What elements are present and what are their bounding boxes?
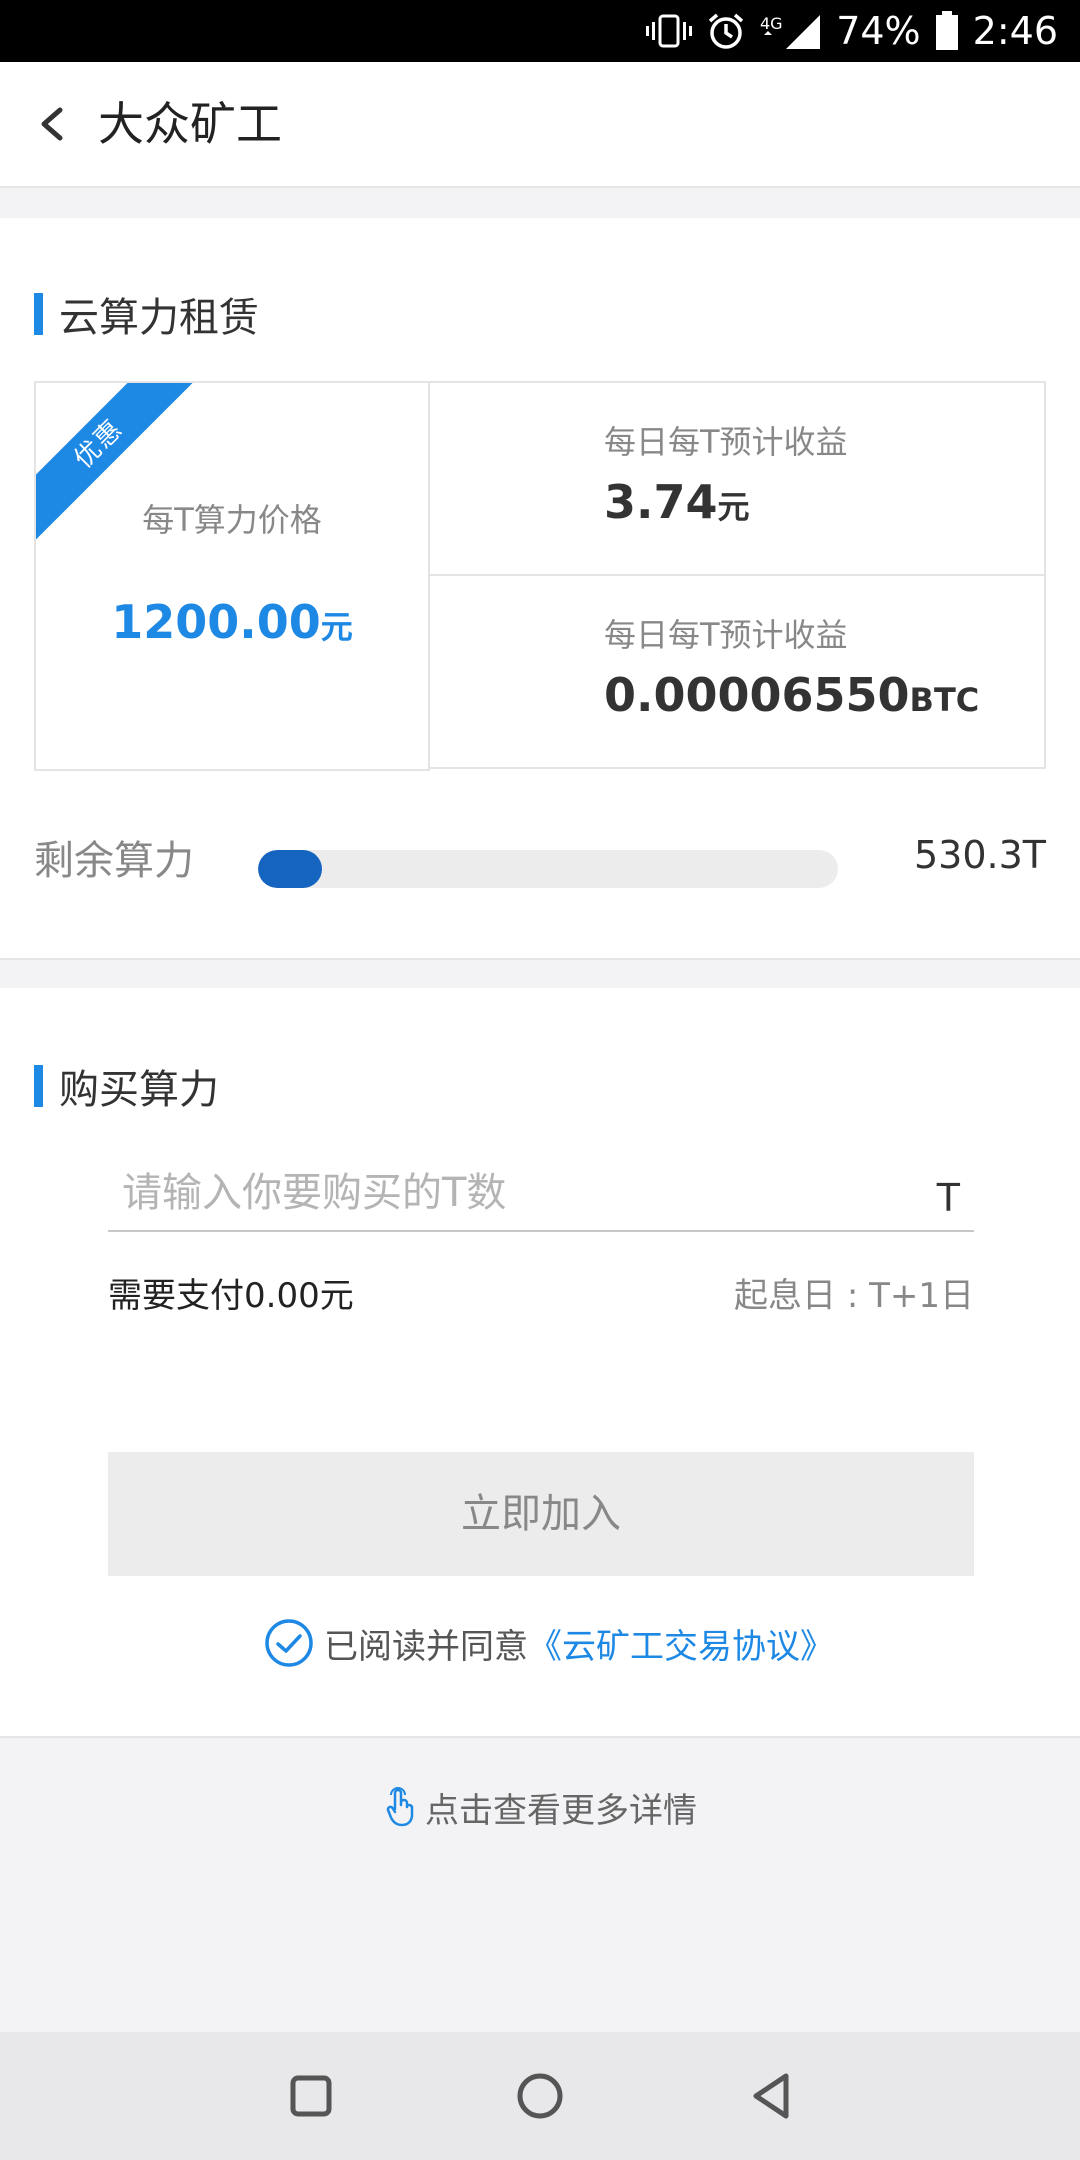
remaining-progress-bar (258, 850, 838, 888)
page-title: 大众矿工 (98, 97, 282, 151)
buy-card: 购买算力 T 需要支付0.00元 起息日 : T+1日 立即加入 已阅读并同意 … (0, 988, 1080, 1738)
home-icon[interactable] (510, 2066, 570, 2126)
income-btc-cell: 每日每T预计收益 0.00006550BTC (430, 574, 1046, 769)
income-cny-value: 3.74元 (604, 475, 750, 529)
price-cell: 优惠 每T算力价格 1200.00元 (34, 381, 430, 771)
battery-icon (935, 11, 959, 51)
income-btc-unit: BTC (909, 681, 980, 719)
network-type: 4G (760, 14, 783, 33)
more-details-label: 点击查看更多详情 (425, 1790, 697, 1831)
battery-percent: 74% (836, 9, 921, 53)
progress-fill (258, 850, 322, 888)
income-btc-label: 每日每T预计收益 (604, 616, 848, 654)
start-date: 起息日 : T+1日 (734, 1276, 974, 1316)
join-now-button[interactable]: 立即加入 (108, 1452, 974, 1576)
section-accent-bar (34, 293, 43, 335)
price-grid: 优惠 每T算力价格 1200.00元 每日每T预计收益 3.74元 每日每T预计… (34, 381, 1046, 771)
section-title: 云算力租赁 (59, 295, 259, 341)
status-bar: 4G 74% 2:46 (0, 0, 1080, 62)
income-cny-label: 每日每T预计收益 (604, 423, 848, 461)
agreement-row: 已阅读并同意 《云矿工交易协议》 (264, 1616, 834, 1670)
income-cny-unit: 元 (717, 488, 750, 526)
clock: 2:46 (972, 9, 1058, 53)
check-circle-icon[interactable] (264, 1618, 314, 1668)
section-header-buy: 购买算力 (34, 1064, 219, 1113)
back-nav-icon[interactable] (742, 2066, 802, 2126)
payment-amount: 需要支付0.00元 (108, 1276, 354, 1316)
income-btc-value: 0.00006550BTC (604, 668, 979, 722)
price-unit: 元 (320, 608, 353, 646)
back-arrow-icon[interactable] (30, 102, 74, 146)
remaining-hashrate-label: 剩余算力 (34, 838, 194, 884)
rental-card: 云算力租赁 优惠 每T算力价格 1200.00元 每日每T预计收益 3.74元 … (0, 218, 1080, 960)
section-accent-bar (34, 1065, 43, 1107)
quantity-unit: T (936, 1176, 960, 1220)
remaining-hashrate-value: 530.3T (914, 833, 1046, 877)
income-btc-number: 0.00006550 (604, 668, 910, 722)
income-cny-cell: 每日每T预计收益 3.74元 (430, 381, 1046, 576)
agreement-text: 已阅读并同意 (324, 1626, 528, 1667)
tap-hand-icon (386, 1787, 414, 1827)
vibrate-icon (646, 14, 693, 48)
agreement-link[interactable]: 《云矿工交易协议》 (528, 1619, 834, 1668)
alarm-icon (706, 11, 746, 51)
section-header-rental: 云算力租赁 (34, 292, 259, 341)
app-header: 大众矿工 (0, 62, 1080, 188)
signal-icon: 4G (760, 11, 822, 51)
more-details-link[interactable]: 点击查看更多详情 (0, 1776, 1080, 1838)
section-title: 购买算力 (59, 1067, 219, 1113)
price-value: 1200.00元 (36, 595, 428, 649)
income-cny-number: 3.74 (604, 475, 718, 529)
quantity-field: T (108, 1158, 974, 1232)
quantity-input[interactable] (122, 1158, 882, 1228)
system-nav-bar (0, 2032, 1080, 2160)
status-icons: 4G 74% 2:46 (646, 0, 1058, 62)
recent-apps-icon[interactable] (281, 2066, 341, 2126)
price-number: 1200.00 (111, 595, 321, 649)
price-label: 每T算力价格 (142, 501, 322, 539)
